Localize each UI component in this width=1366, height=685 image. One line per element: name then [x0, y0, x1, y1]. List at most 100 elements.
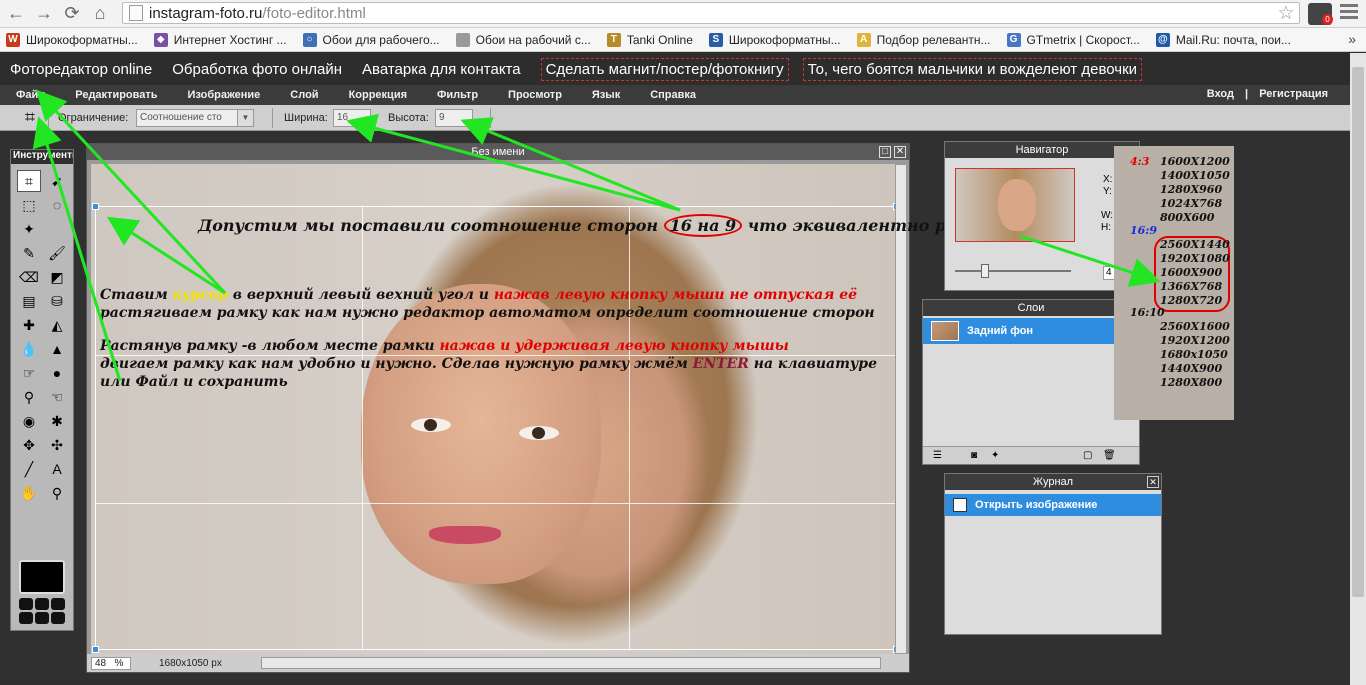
back-icon[interactable]: ←: [4, 2, 28, 26]
crop-handle[interactable]: [92, 646, 99, 653]
page-scrollbar-thumb[interactable]: [1352, 67, 1364, 597]
editor-menu-item[interactable]: Язык: [592, 89, 620, 101]
picker-tool-icon[interactable]: ╱: [17, 458, 41, 480]
register-link[interactable]: Регистрация: [1259, 88, 1328, 100]
site-nav-link[interactable]: Обработка фото онлайн: [172, 61, 342, 78]
bookmark-favicon-icon: ○: [302, 32, 317, 47]
gradient-tool-icon[interactable]: ▤: [17, 290, 41, 312]
drop-tool-icon[interactable]: 💧: [17, 338, 41, 360]
width-input[interactable]: 16: [333, 109, 371, 127]
reload-icon[interactable]: ⟳: [60, 2, 84, 26]
height-input[interactable]: 9: [435, 109, 473, 127]
heal-tool-icon[interactable]: ✚: [17, 314, 41, 336]
annotation-text: 9: [725, 216, 737, 235]
hand-tool-icon[interactable]: ✋: [17, 482, 41, 504]
bookmark-item[interactable]: A Подбор релевантн...: [856, 32, 991, 47]
editor-menu-item[interactable]: Справка: [650, 89, 696, 101]
move-tool-icon[interactable]: ➹: [45, 170, 69, 192]
red-eye-tool-icon[interactable]: ◉: [17, 410, 41, 432]
layer-row[interactable]: Задний фон: [923, 318, 1139, 344]
home-icon[interactable]: ⌂: [88, 2, 112, 26]
color-swatch[interactable]: [19, 560, 65, 594]
bloat-tool-icon[interactable]: ✥: [17, 434, 41, 456]
site-nav-link[interactable]: Сделать магнит/постер/фотокнигу: [540, 57, 789, 81]
bookmark-label: Подбор релевантн...: [876, 32, 991, 47]
bookmark-item[interactable]: S Широкоформатны...: [708, 32, 841, 47]
dodge-tool-icon[interactable]: ☜: [45, 386, 69, 408]
history-item[interactable]: Открыть изображение: [945, 494, 1161, 516]
editor-menu-item[interactable]: Файл: [16, 89, 45, 101]
nav-zoom-thumb[interactable]: [981, 264, 989, 278]
close-icon[interactable]: ✕: [1147, 476, 1159, 488]
bucket-tool-icon[interactable]: ◩: [45, 266, 69, 288]
editor-menu-item[interactable]: Изображение: [188, 89, 261, 101]
layer-menu-icon[interactable]: ☰: [933, 450, 942, 461]
editor-menu-item[interactable]: Фильтр: [437, 89, 478, 101]
smudge-tool-icon[interactable]: ☞: [17, 362, 41, 384]
site-nav-link[interactable]: Фоторедактор online: [10, 61, 152, 78]
bookmark-star-icon[interactable]: ☆: [1276, 2, 1296, 24]
bookmark-item[interactable]: G GTmetrix | Скорост...: [1006, 32, 1140, 47]
site-nav-link[interactable]: То, чего боятся мальчики и вожделеют дев…: [802, 57, 1143, 81]
editor-menu-item[interactable]: Редактировать: [75, 89, 157, 101]
sponge-tool-icon[interactable]: ●: [45, 362, 69, 384]
bookmark-label: GTmetrix | Скорост...: [1026, 32, 1140, 47]
new-layer-icon[interactable]: ▢: [1083, 450, 1092, 461]
document-horizontal-scrollbar[interactable]: [261, 657, 881, 669]
browser-menu-icon[interactable]: [1340, 4, 1358, 22]
bookmarks-overflow-icon[interactable]: »: [1348, 31, 1356, 47]
site-nav-link[interactable]: Аватарка для контакта: [362, 61, 521, 78]
maximize-icon[interactable]: □: [879, 146, 891, 158]
crop-tool-icon[interactable]: ⌗: [14, 107, 46, 129]
nav-h-label: H:: [1101, 222, 1111, 233]
resolution-value: 1600X1200: [1160, 155, 1230, 168]
editor-menu-item[interactable]: Слой: [290, 89, 318, 101]
bookmark-item[interactable]: Обои на рабочий с...: [455, 32, 591, 47]
text-tool-icon[interactable]: A: [45, 458, 69, 480]
layer-mask-icon[interactable]: ◙: [971, 450, 977, 461]
burn-tool-icon[interactable]: ⚲: [17, 386, 41, 408]
close-icon[interactable]: ✕: [894, 146, 906, 158]
bookmark-item[interactable]: T Tanki Online: [606, 32, 693, 47]
marquee-tool-icon[interactable]: ⬚: [17, 194, 41, 216]
annotation-p1-line2: растягиваем рамку как нам нужно редактор…: [100, 305, 875, 321]
editor-menu-item[interactable]: Коррекция: [349, 89, 407, 101]
editor-menu-item[interactable]: Просмотр: [508, 89, 562, 101]
address-bar[interactable]: instagram-foto.ru/foto-editor.html: [122, 2, 1300, 24]
pinch-tool-icon[interactable]: ✣: [45, 434, 69, 456]
forward-icon[interactable]: →: [32, 2, 56, 26]
nav-zoom-slider[interactable]: [955, 270, 1071, 272]
shape-tool-icon[interactable]: ◭: [45, 314, 69, 336]
crop-handle[interactable]: [92, 203, 99, 210]
layer-thumbnail: [931, 321, 959, 341]
zoom-field[interactable]: 48 %: [91, 656, 131, 670]
navigator-preview[interactable]: [955, 168, 1075, 242]
annotation-text: на: [691, 216, 726, 235]
trash-icon[interactable]: 🗑: [1103, 450, 1116, 461]
width-label: Ширина:: [284, 112, 328, 124]
layer-fx-icon[interactable]: ✦: [991, 450, 999, 461]
bookmark-item[interactable]: ○ Обои для рабочего...: [302, 32, 440, 47]
sharpen-tool-icon[interactable]: ▲: [45, 338, 69, 360]
magic-wand-icon[interactable]: ✦: [17, 218, 41, 240]
pencil-tool-icon[interactable]: ✎: [17, 242, 41, 264]
crop-frame[interactable]: [92, 203, 899, 653]
document-vertical-scrollbar[interactable]: [895, 164, 907, 654]
bookmark-item[interactable]: W Широкоформатны...: [6, 32, 138, 47]
login-link[interactable]: Вход: [1207, 88, 1234, 100]
stamp-tool-icon[interactable]: ⛁: [45, 290, 69, 312]
zoom-tool-icon[interactable]: ⚲: [45, 482, 69, 504]
bookmark-item[interactable]: @ Mail.Ru: почта, пои...: [1155, 32, 1291, 47]
image-canvas[interactable]: [91, 164, 899, 654]
bookmark-item[interactable]: ◆ Интернет Хостинг ...: [153, 32, 287, 47]
page-scrollbar[interactable]: [1350, 53, 1366, 685]
eraser-tool-icon[interactable]: ⌫: [17, 266, 41, 288]
lasso-tool-icon[interactable]: ◌: [45, 194, 69, 216]
constraint-select[interactable]: Соотношение сто ▼: [136, 109, 254, 127]
tool-presets[interactable]: [19, 598, 67, 624]
tools-panel: Инструменты ⌗ ➹ ⬚ ◌ ✦ ✎ 🖌 ⌫ ◩ ▤ ⛁ ✚ ◭ 💧 …: [10, 149, 74, 631]
crop-tool-icon[interactable]: ⌗: [17, 170, 41, 192]
navigator-title: Навигатор: [945, 142, 1139, 158]
brush-tool-icon[interactable]: 🖌: [45, 242, 69, 264]
spot-tool-icon[interactable]: ✱: [45, 410, 69, 432]
